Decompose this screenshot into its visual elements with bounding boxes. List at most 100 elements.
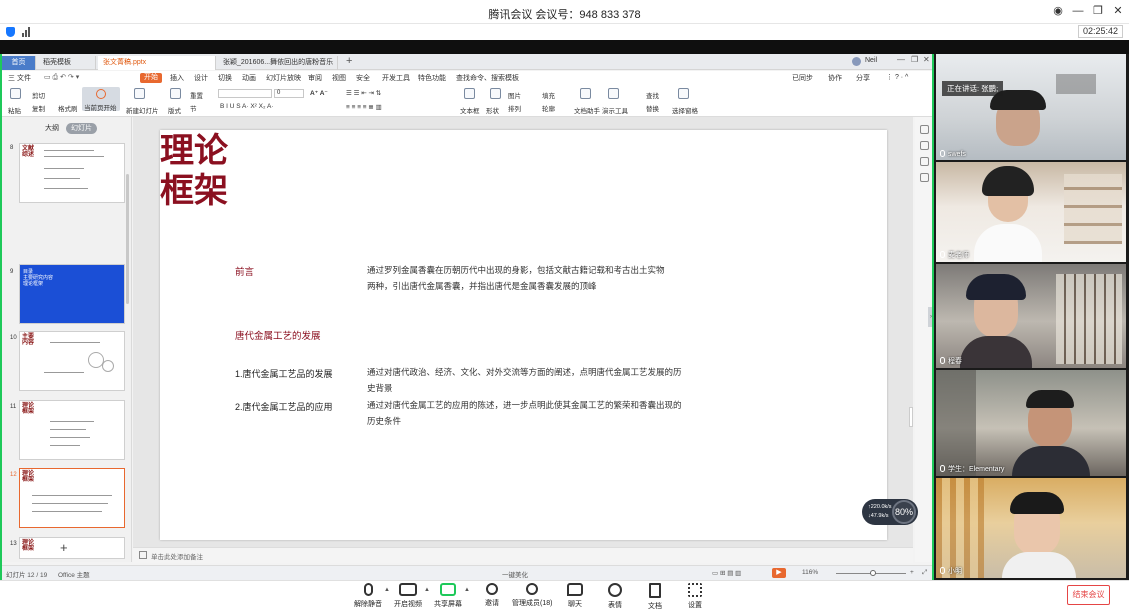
video-tile[interactable]: 学生：Elementary (936, 370, 1126, 476)
menu-animation[interactable]: 动画 (242, 73, 256, 83)
share-screen-button[interactable]: 共享屏幕 (428, 583, 468, 609)
documents-button[interactable]: 文档 (635, 583, 675, 611)
font-name-combo[interactable] (218, 89, 272, 98)
layout-icon[interactable] (170, 88, 181, 99)
zoom-slider-handle[interactable] (870, 570, 876, 576)
textbox-button[interactable]: 文本框 (460, 105, 480, 115)
section-button[interactable]: 节 (190, 103, 197, 113)
font-size-combo[interactable]: 0 (274, 89, 304, 98)
presenter-tools-icon[interactable] (608, 88, 619, 99)
unmute-button[interactable]: 解除静音 (348, 583, 388, 609)
outline-button[interactable]: 轮廓 (542, 103, 555, 113)
maximize-icon[interactable]: ❐ (1091, 4, 1105, 18)
start-video-button[interactable]: 开启视频 (388, 583, 428, 609)
new-slide-button[interactable]: 新建幻灯片 (126, 105, 159, 115)
menu-slideshow[interactable]: 幻灯片放映 (266, 73, 301, 83)
minimize-icon[interactable]: — (1071, 4, 1085, 18)
paste-icon[interactable] (10, 88, 21, 99)
property-icon[interactable] (920, 125, 929, 134)
find-button[interactable]: 查找 (646, 90, 659, 100)
copy-tool-icon[interactable] (920, 157, 929, 166)
invite-button[interactable]: 邀请 (472, 583, 512, 608)
video-tile[interactable]: 程春 (936, 264, 1126, 368)
layout-button[interactable]: 版式 (168, 105, 181, 115)
end-meeting-button[interactable]: 结束会议 (1067, 585, 1110, 605)
signal-icon[interactable] (22, 27, 32, 37)
menu-insert[interactable]: 插入 (170, 73, 184, 83)
current-page-start-button[interactable]: 当前页开始 (82, 87, 120, 112)
text-tool-icon[interactable] (920, 173, 929, 182)
sync-status[interactable]: 已同步 (792, 73, 813, 83)
pin-icon[interactable]: ◉ (1051, 4, 1065, 18)
replace-button[interactable]: 替换 (646, 103, 659, 113)
search-commands[interactable]: 查找命令、搜索模板 (456, 73, 519, 83)
network-speed-widget[interactable]: ↑220.0k/s ↓47.9k/s 80% (862, 499, 918, 525)
paragraph-icons[interactable]: ☰ ☰ ⇤ ⇥ ⇅ (346, 89, 381, 97)
tab-current-pptx[interactable]: 张文菁稿.pptx (98, 56, 216, 70)
slide-thumbnail[interactable]: 主要 内容 (19, 331, 125, 391)
menu-developer[interactable]: 开发工具 (382, 73, 410, 83)
presenter-tools-button[interactable]: 演示工具 (602, 105, 628, 115)
fit-icon[interactable]: ⤢ (922, 569, 927, 577)
slide-thumbnail[interactable]: 目录 主要研究内容 理论框架 (19, 264, 125, 324)
picture-button[interactable]: 图片 (508, 90, 521, 100)
tab-templates[interactable]: 稻壳模板 (38, 56, 96, 70)
menu-security[interactable]: 安全 (356, 73, 370, 83)
cut-button[interactable]: 剪切 (32, 90, 45, 100)
collaborate-button[interactable]: 协作 (828, 73, 842, 83)
slide-thumbnail[interactable]: 文献 综述 (19, 143, 125, 203)
window-minimize-icon[interactable]: — (897, 55, 905, 64)
current-slide[interactable]: 理论 框架 前言 通过罗列金属香囊在历朝历代中出现的身影，包括文献古籍记载和考古… (160, 130, 887, 540)
slide-thumbnail[interactable]: 理论 框架 (19, 537, 125, 559)
tab-outline[interactable]: 大纲 (40, 123, 64, 134)
doc-helper-button[interactable]: 文档助手 (574, 105, 600, 115)
shield-icon[interactable] (6, 27, 15, 37)
video-tile[interactable]: 麦老师 (936, 162, 1126, 262)
tab-slides[interactable]: 幻灯片 (66, 123, 97, 134)
format-painter-button[interactable]: 格式刷 (58, 103, 78, 113)
menu-view[interactable]: 视图 (332, 73, 346, 83)
shape-button[interactable]: 形状 (486, 105, 499, 115)
play-slideshow-button[interactable]: ▶ (772, 568, 786, 578)
fill-button[interactable]: 填充 (542, 90, 555, 100)
menu-home[interactable]: 开始 (140, 73, 162, 83)
new-slide-icon[interactable] (134, 88, 145, 99)
canvas-scroll-thumb[interactable] (909, 407, 913, 427)
shape-tool-icon[interactable] (920, 141, 929, 150)
select-pane-icon[interactable] (678, 88, 689, 99)
textbox-icon[interactable] (464, 88, 475, 99)
video-tile[interactable]: 正在讲话: 张鹏; swefs (936, 54, 1126, 160)
slide-thumbnail-selected[interactable]: 理论 框架 (19, 468, 125, 528)
chat-button[interactable]: 聊天 (555, 583, 595, 609)
new-tab-icon[interactable]: + (346, 55, 352, 67)
video-tile[interactable]: 小明 (936, 478, 1126, 578)
align-icons[interactable]: ≡ ≡ ≡ ≡ ≣ ▥ (346, 103, 382, 111)
manage-members-button[interactable]: 管理成员(18) (512, 583, 552, 608)
font-grow-icon[interactable]: A⁺ A⁻ (310, 89, 328, 97)
menu-design[interactable]: 设计 (194, 73, 208, 83)
window-close-icon[interactable]: ✕ (923, 55, 930, 64)
doc-helper-icon[interactable] (580, 88, 591, 99)
copy-button[interactable]: 复制 (32, 103, 45, 113)
arrange-button[interactable]: 排列 (508, 103, 521, 113)
tab-home[interactable]: 首页 (2, 56, 36, 70)
settings-button[interactable]: 设置 (675, 583, 715, 610)
more-icons[interactable]: ⋮ ? · ^ (886, 73, 908, 81)
zoom-in-icon[interactable]: + (910, 569, 914, 576)
menu-features[interactable]: 特色功能 (418, 73, 446, 83)
beautify-button[interactable]: 一键美化 (502, 569, 528, 579)
caret-icon[interactable]: ▲ (464, 587, 470, 593)
panel-scrollbar[interactable] (126, 174, 129, 304)
slide-thumbnail[interactable]: 理论 框架 (19, 400, 125, 460)
menu-file[interactable]: 三 文件 (8, 73, 31, 83)
menu-review[interactable]: 审阅 (308, 73, 322, 83)
reset-button[interactable]: 重置 (190, 90, 203, 100)
select-pane-button[interactable]: 选择窗格 (672, 105, 698, 115)
quick-access-icons[interactable]: ▭ ⎙ ↶ ↷ ▾ (44, 73, 79, 82)
shape-icon[interactable] (490, 88, 501, 99)
close-icon[interactable]: ✕ (1111, 4, 1125, 18)
menu-transition[interactable]: 切换 (218, 73, 232, 83)
notes-bar[interactable]: 单击此处添加备注 (133, 547, 913, 563)
share-button[interactable]: 分享 (856, 73, 870, 83)
window-restore-icon[interactable]: ❐ (911, 55, 918, 64)
